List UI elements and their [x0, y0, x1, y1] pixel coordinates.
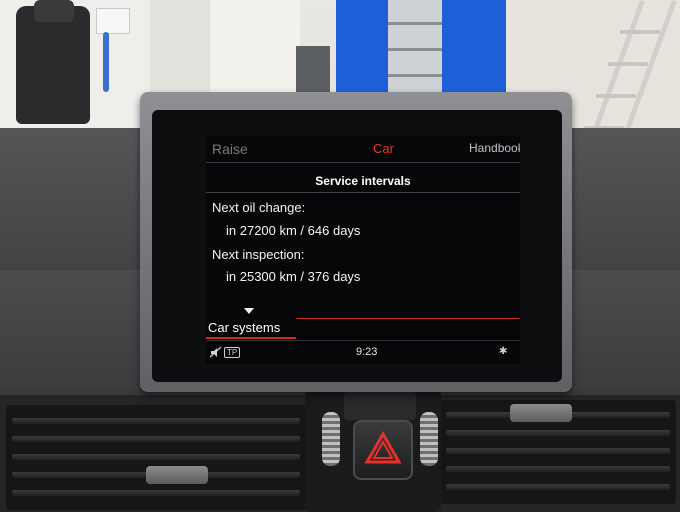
vent-slat [12, 454, 300, 460]
vent-roller-left[interactable] [322, 412, 340, 466]
title-divider [206, 192, 520, 193]
hazard-button[interactable] [353, 420, 413, 480]
vent-slat [446, 430, 670, 436]
clock: 9:23 [356, 346, 378, 358]
bluetooth-icon: ✱ [499, 346, 508, 357]
mute-icon [210, 347, 222, 358]
wall-sign [96, 8, 130, 34]
vent-roller-right[interactable] [420, 412, 438, 466]
bottom-tab-underline [206, 337, 296, 339]
hazard-icon [364, 430, 402, 464]
oil-change-heading: Next oil change: [212, 200, 306, 215]
vent-slat [446, 448, 670, 454]
vent-slat [12, 490, 300, 496]
scroll-down-icon[interactable] [244, 308, 254, 314]
vent-adjust-knob-left[interactable] [146, 466, 208, 484]
page-title: Service intervals [315, 174, 411, 188]
status-bar: TP 9:23 ✱ [206, 340, 520, 363]
inspection-value: in 25300 km / 376 days [226, 269, 361, 284]
module-top-panel [344, 392, 416, 420]
blue-cable [103, 32, 109, 92]
shelf-board [388, 22, 442, 25]
ladder-rung [596, 94, 636, 98]
top-tab-bar: Raise Car Handbook [206, 136, 520, 163]
oil-change-value: in 27200 km / 646 days [226, 223, 361, 238]
inspection-heading: Next inspection: [212, 247, 305, 262]
hanging-bag [16, 6, 90, 124]
bottom-divider [295, 318, 520, 319]
tab-raise[interactable]: Raise [212, 141, 248, 157]
bottom-tab-label: Car systems [208, 320, 281, 335]
tab-car[interactable]: Car [373, 141, 394, 156]
tab-handbook[interactable]: Handbook [469, 141, 520, 155]
vent-slat [12, 436, 300, 442]
tp-badge: TP [224, 347, 241, 358]
shelf-board [388, 74, 442, 77]
vent-adjust-knob-right[interactable] [510, 404, 572, 422]
shelf-board [388, 48, 442, 51]
infotainment-screen: Raise Car Handbook Service intervals Nex… [206, 136, 520, 364]
vent-slat [12, 418, 300, 424]
bottom-tab-car-systems[interactable]: Car systems [206, 320, 296, 339]
vent-slat [446, 484, 670, 490]
ladder-rung [608, 62, 648, 66]
bag-top [34, 0, 74, 22]
vent-slat [446, 466, 670, 472]
ladder-rung [620, 30, 660, 34]
